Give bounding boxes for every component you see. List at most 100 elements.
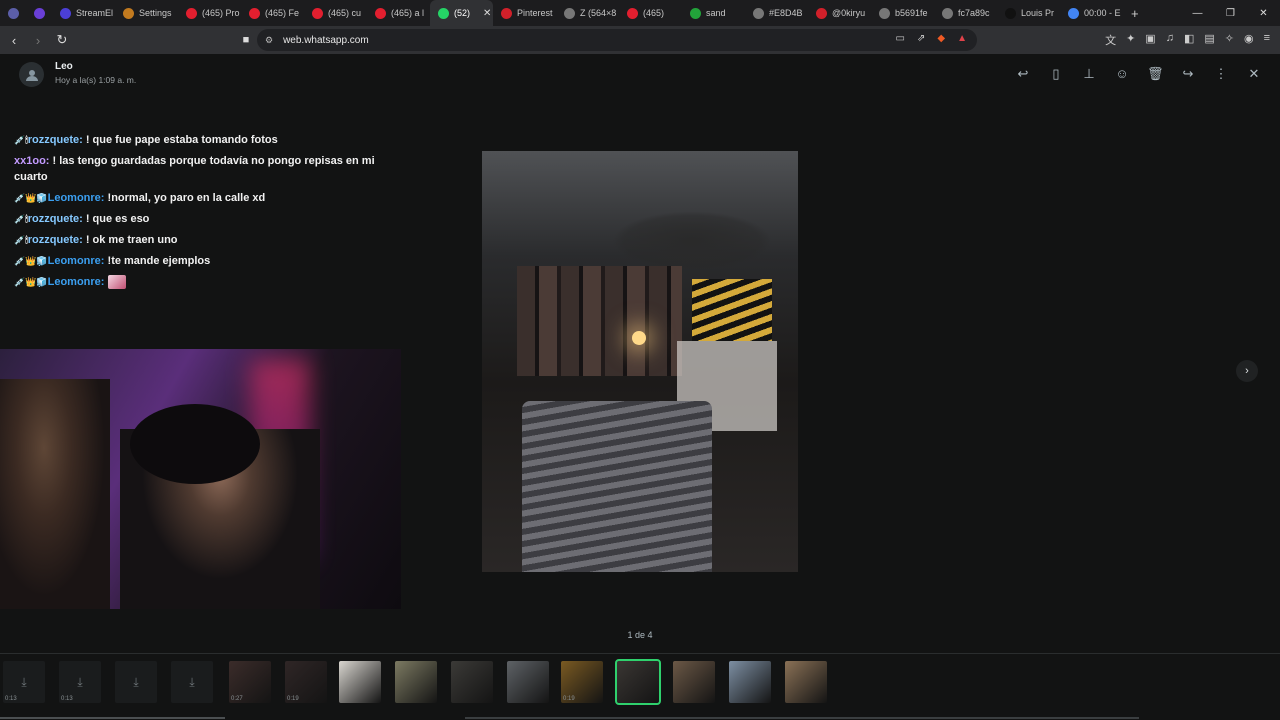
tab-title: (52) [454,8,471,18]
chat-message: 💉🕯rozzquete: ! que fue pape estaba toman… [14,132,404,148]
thumbnail[interactable] [507,661,549,703]
tab-title: Pinterest [517,8,553,18]
tab-favicon-icon [627,7,638,19]
tab-title: sand [706,8,726,18]
browser-tab[interactable]: (465) Pro [178,0,241,26]
sidebar-icon[interactable]: ◧ [1184,32,1194,48]
chat-text: !normal, yo paro en la calle xd [104,192,266,204]
leo-ai-icon[interactable]: ✧ [1225,32,1234,48]
strip-scrollbar[interactable] [0,717,225,719]
chat-text: ! que es eso [82,213,150,225]
tab-favicon-icon [375,7,386,19]
share-icon[interactable]: ⇗ [917,33,925,44]
wallet-icon[interactable]: ▤ [1204,32,1214,48]
bookmark-page-icon[interactable]: ■ [236,34,256,46]
next-media-button[interactable]: › [1236,360,1258,382]
tab-favicon-icon [942,7,953,19]
browser-tab[interactable]: fc7a89c [934,0,997,26]
chat-text: ! ok me traen uno [82,234,178,246]
extensions-icon[interactable]: ✦ [1126,32,1135,48]
browser-tab[interactable]: Settings [115,0,178,26]
download-icon: ⤓ [77,674,83,689]
browser-tab[interactable]: (465) cu [304,0,367,26]
thumbnail[interactable]: 0:19 [561,661,603,703]
browser-tab[interactable]: Pinterest [493,0,556,26]
browser-tab[interactable]: (465) a l [367,0,430,26]
thumbnail[interactable] [339,661,381,703]
browser-tab[interactable] [26,0,52,26]
browser-tab[interactable]: 00:00 - E [1060,0,1123,26]
tab-title: StreamEl [76,8,114,18]
strip-scrollbar-track[interactable] [465,717,1139,719]
bookmark-icon[interactable]: ▯ [1048,66,1064,82]
rewards-icon[interactable]: ▲ [957,33,967,44]
thumbnail-download[interactable]: ⤓ 0:13 [59,661,101,703]
thumbnail[interactable] [729,661,771,703]
tab-favicon-icon [564,7,575,19]
delete-icon[interactable]: 🗑 [1147,66,1164,82]
browser-tab[interactable]: b5691fe [871,0,934,26]
more-icon[interactable]: ⋮ [1213,66,1229,82]
chat-message: 💉👑🧊Leomonre: !normal, yo paro en la call… [14,190,404,206]
brave-shield-icon[interactable]: ◆ [937,33,945,44]
chat-text: ! las tengo guardadas porque todavía no … [14,155,375,183]
thumbnail-duration: 0:13 [61,696,73,702]
chat-sticker [107,275,126,290]
thumbnail[interactable]: 0:19 [285,661,327,703]
forward-nav-icon[interactable]: › [28,33,48,48]
close-icon[interactable]: ✕ [1246,66,1262,82]
reply-icon[interactable]: ↩ [1015,66,1031,82]
cast-icon[interactable]: ▭ [896,33,905,44]
thumbnail[interactable]: 0:27 [229,661,271,703]
media-image [482,151,798,572]
music-icon[interactable]: ♫ [1166,32,1174,48]
translate-icon[interactable]: 文 [1105,32,1116,48]
screenshot-icon[interactable]: ▣ [1145,32,1155,48]
chat-badges: 💉👑🧊 [14,193,48,203]
tab-favicon-icon [1005,7,1016,19]
new-tab-icon[interactable]: + [1123,6,1147,21]
tab-strip: StreamEl Settings (465) Pro (465) Fe (465) c… [0,0,1280,26]
browser-tab[interactable]: #E8D4B [745,0,808,26]
tab-close-icon[interactable]: ✕ [483,8,491,19]
browser-tab[interactable]: (465) Fe [241,0,304,26]
browser-tab[interactable]: sand [682,0,745,26]
address-bar[interactable]: ⚙ web.whatsapp.com ▭ ⇗ ◆ ▲ [257,29,977,51]
browser-tab[interactable]: @0kiryu [808,0,871,26]
thumbnail-download[interactable]: ⤓ 0:13 [3,661,45,703]
chat-message: 💉👑🧊Leomonre: !te mande ejemplos [14,253,404,269]
vpn-icon[interactable]: ◉ [1244,32,1254,48]
thumbnail[interactable] [673,661,715,703]
restore-icon[interactable]: ❐ [1214,8,1247,19]
chat-text: ! que fue pape estaba tomando fotos [82,134,278,146]
forward-icon[interactable]: ↪ [1180,66,1196,82]
message-timestamp: Hoy a la(s) 1:09 a. m. [55,75,137,85]
thumbnail[interactable] [451,661,493,703]
browser-tab[interactable]: (52) ✕ [430,0,493,26]
emoji-icon[interactable]: ☺ [1114,66,1130,82]
pin-icon[interactable]: ⊥ [1081,66,1097,82]
thumbnail-download[interactable]: ⤓ [171,661,213,703]
browser-tab[interactable]: StreamEl [52,0,115,26]
browser-tab[interactable]: Louis Pr [997,0,1060,26]
viewer-header: Leo Hoy a la(s) 1:09 a. m. ↩ ▯ ⊥ ☺ 🗑 ↪ ⋮… [0,54,1280,96]
thumbnail[interactable] [395,661,437,703]
thumbnail[interactable] [615,659,661,705]
chat-badges: 💉🕯 [14,135,28,145]
chat-badges: 💉🕯 [14,235,28,245]
site-info-icon[interactable]: ⚙ [265,35,273,46]
browser-tab[interactable]: Z (564×8 [556,0,619,26]
minimize-icon[interactable]: — [1181,8,1214,19]
back-icon[interactable]: ‹ [4,33,24,48]
chat-text: !te mande ejemplos [104,255,211,267]
window-close-icon[interactable]: ✕ [1247,8,1280,19]
thumbnail[interactable] [785,661,827,703]
tab-title: Settings [139,8,172,18]
browser-tab[interactable]: (465) [619,0,682,26]
menu-icon[interactable]: ≡ [1264,32,1270,48]
reload-icon[interactable]: ↻ [52,32,72,48]
thumbnail-download[interactable]: ⤓ [115,661,157,703]
browser-tab[interactable] [0,0,26,26]
person-icon [25,69,38,81]
tab-favicon-icon [879,7,890,19]
